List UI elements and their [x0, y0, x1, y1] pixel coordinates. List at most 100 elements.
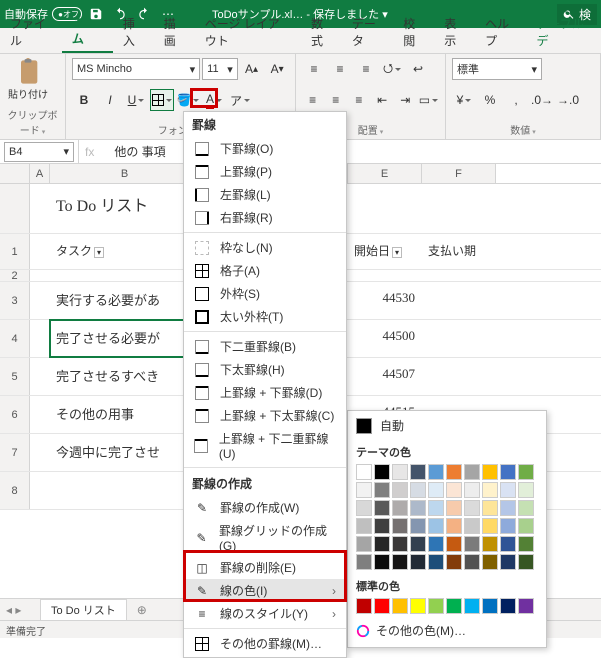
row-header[interactable]: 3	[0, 282, 30, 319]
align-bottom-icon[interactable]: ≡	[354, 58, 378, 80]
color-swatch[interactable]	[518, 500, 534, 516]
color-swatch[interactable]	[356, 482, 372, 498]
tab-draw[interactable]: 描画	[154, 11, 195, 53]
mi-draw-grid[interactable]: ✎罫線グリッドの作成(G)	[184, 519, 346, 556]
color-swatch[interactable]	[446, 482, 462, 498]
color-swatch[interactable]	[464, 482, 480, 498]
table-cell[interactable]: 44530	[348, 282, 422, 319]
tab-help[interactable]: ヘルプ	[475, 11, 526, 53]
currency-icon[interactable]: ¥	[452, 89, 476, 111]
italic-button[interactable]: I	[98, 89, 122, 111]
sheet-tab[interactable]: To Do リスト	[40, 599, 127, 620]
color-swatch[interactable]	[374, 464, 390, 480]
tab-file[interactable]: ファイル	[0, 11, 62, 53]
mi-thick-bottom[interactable]: 下太罫線(H)	[184, 358, 346, 381]
color-swatch[interactable]	[464, 500, 480, 516]
mi-right-border[interactable]: 右罫線(R)	[184, 206, 346, 229]
mi-top-double-bottom[interactable]: 上罫線 + 下二重罫線(U)	[184, 427, 346, 464]
color-swatch[interactable]	[374, 482, 390, 498]
color-swatch[interactable]	[446, 536, 462, 552]
color-swatch[interactable]	[500, 536, 516, 552]
indent-inc-icon[interactable]: ⇥	[395, 89, 416, 111]
row-header[interactable]: 8	[0, 472, 30, 509]
color-swatch[interactable]	[392, 536, 408, 552]
color-swatch[interactable]	[410, 464, 426, 480]
underline-button[interactable]: U	[124, 89, 148, 111]
align-middle-icon[interactable]: ≡	[328, 58, 352, 80]
mi-line-color[interactable]: ✎線の色(I)	[184, 579, 346, 602]
color-swatch[interactable]	[428, 518, 444, 534]
table-cell[interactable]: 44500	[348, 320, 422, 357]
color-swatch[interactable]	[410, 518, 426, 534]
color-swatch[interactable]	[410, 500, 426, 516]
col-header[interactable]: F	[422, 164, 496, 183]
wrap-text-icon[interactable]: ↩	[406, 58, 430, 80]
tab-insert[interactable]: 挿入	[113, 11, 154, 53]
mi-no-border[interactable]: 枠なし(N)	[184, 236, 346, 259]
mi-all-borders[interactable]: 格子(A)	[184, 259, 346, 282]
table-cell[interactable]: 今週中に完了させ	[50, 434, 200, 471]
color-swatch[interactable]	[500, 482, 516, 498]
color-swatch[interactable]	[428, 500, 444, 516]
indent-dec-icon[interactable]: ⇤	[372, 89, 393, 111]
color-swatch[interactable]	[428, 598, 444, 614]
border-button[interactable]	[150, 89, 174, 111]
mi-draw-border[interactable]: ✎罫線の作成(W)	[184, 496, 346, 519]
color-swatch[interactable]	[500, 598, 516, 614]
color-swatch[interactable]	[428, 464, 444, 480]
dec-decimal-icon[interactable]: →.0	[556, 89, 580, 111]
row-header[interactable]: 6	[0, 396, 30, 433]
align-top-icon[interactable]: ≡	[302, 58, 326, 80]
table-cell[interactable]: 実行する必要があ	[50, 282, 200, 319]
color-swatch[interactable]	[482, 598, 498, 614]
tab-review[interactable]: 校閲	[393, 11, 434, 53]
color-swatch[interactable]	[428, 536, 444, 552]
shrink-font-icon[interactable]: A▾	[265, 58, 289, 80]
tab-layout[interactable]: ページ レイアウト	[195, 11, 301, 53]
color-swatch[interactable]	[464, 518, 480, 534]
mi-double-bottom[interactable]: 下二重罫線(B)	[184, 335, 346, 358]
mi-top-border[interactable]: 上罫線(P)	[184, 160, 346, 183]
align-left-icon[interactable]: ≡	[302, 89, 323, 111]
color-swatch[interactable]	[356, 500, 372, 516]
align-right-icon[interactable]: ≡	[348, 89, 369, 111]
color-swatch[interactable]	[428, 554, 444, 570]
row-header[interactable]: 1	[0, 234, 30, 269]
theme-swatches[interactable]	[348, 464, 546, 574]
color-swatch[interactable]	[518, 518, 534, 534]
color-swatch[interactable]	[410, 554, 426, 570]
row-header[interactable]: 4	[0, 320, 30, 357]
standard-swatches[interactable]	[348, 598, 546, 618]
tab-formulas[interactable]: 数式	[301, 11, 342, 53]
bold-button[interactable]: B	[72, 89, 96, 111]
color-swatch[interactable]	[482, 536, 498, 552]
color-swatch[interactable]	[518, 464, 534, 480]
tab-home[interactable]: ホーム	[62, 9, 113, 53]
color-swatch[interactable]	[392, 518, 408, 534]
col-header[interactable]: A	[30, 164, 50, 183]
header-task[interactable]: タスク	[50, 234, 200, 269]
color-swatch[interactable]	[482, 464, 498, 480]
merge-button[interactable]: ▭	[418, 89, 439, 111]
color-swatch[interactable]	[392, 482, 408, 498]
color-swatch[interactable]	[356, 518, 372, 534]
mi-bottom-border[interactable]: 下罫線(O)	[184, 137, 346, 160]
col-header[interactable]: B	[50, 164, 200, 183]
color-swatch[interactable]	[464, 536, 480, 552]
mi-thick-outside[interactable]: 太い外枠(T)	[184, 305, 346, 328]
table-cell[interactable]: 44507	[348, 358, 422, 395]
mi-more-borders[interactable]: その他の罫線(M)…	[184, 632, 346, 655]
color-swatch[interactable]	[356, 536, 372, 552]
color-swatch[interactable]	[518, 598, 534, 614]
mi-line-style[interactable]: ≡線のスタイル(Y)	[184, 602, 346, 625]
name-box[interactable]: B4▾	[4, 142, 74, 162]
color-swatch[interactable]	[356, 464, 372, 480]
percent-icon[interactable]: %	[478, 89, 502, 111]
row-header[interactable]: 2	[0, 270, 30, 281]
mi-outside-border[interactable]: 外枠(S)	[184, 282, 346, 305]
color-swatch[interactable]	[446, 500, 462, 516]
color-swatch[interactable]	[518, 554, 534, 570]
phonetic-button[interactable]: ア	[228, 89, 252, 111]
mi-erase-border[interactable]: ◫罫線の削除(E)	[184, 556, 346, 579]
grow-font-icon[interactable]: A▴	[240, 58, 264, 80]
